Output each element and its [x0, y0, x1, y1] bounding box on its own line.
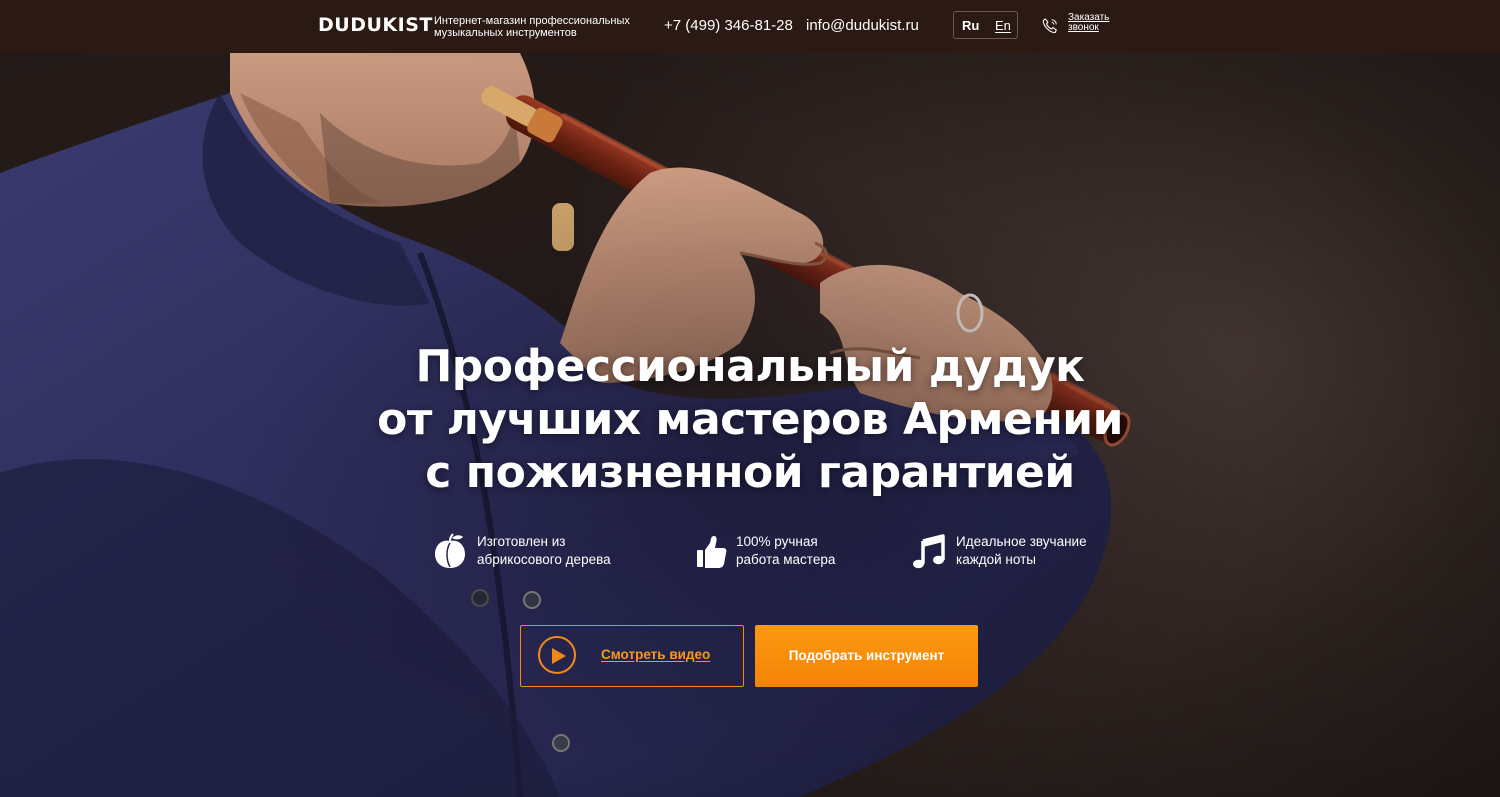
tagline-line-1: Интернет-магазин профессиональных: [434, 15, 630, 27]
callback-link[interactable]: Заказать звонок: [1068, 13, 1128, 33]
play-icon[interactable]: [538, 636, 576, 674]
lang-en-button[interactable]: En: [995, 18, 1011, 33]
headline-line-3: с пожизненной гарантией: [425, 447, 1075, 498]
headline-line-1: Профессиональный дудук: [415, 341, 1085, 392]
headline-line-2: от лучших мастеров Армении: [377, 394, 1123, 445]
phone-number[interactable]: +7 (499) 346-81-28: [664, 17, 793, 34]
tagline-line-2: музыкальных инструментов: [434, 27, 577, 39]
feature-1-line-1: Изготовлен из: [477, 534, 566, 549]
feature-2-line-2: работа мастера: [736, 552, 836, 567]
feature-3-line-2: каждой ноты: [956, 552, 1036, 567]
tagline: Интернет-магазин профессиональных музыка…: [434, 15, 634, 39]
thumbs-up-icon: [697, 536, 727, 568]
music-note-icon: [913, 534, 945, 569]
callback-line-2: звонок: [1068, 22, 1099, 33]
top-bar: DUDUKIST Интернет-магазин профессиональн…: [0, 0, 1500, 53]
language-switcher: Ru En: [953, 11, 1018, 39]
watch-video-label[interactable]: Смотреть видео: [601, 647, 710, 662]
feature-1-line-2: абрикосового дерева: [477, 552, 611, 567]
logo[interactable]: DUDUKIST: [318, 14, 433, 36]
email-link[interactable]: info@dudukist.ru: [806, 17, 919, 34]
feature-2-line-1: 100% ручная: [736, 534, 818, 549]
hero-headline: Профессиональный дудук от лучших мастеро…: [350, 340, 1150, 499]
landing-page: DUDUKIST Интернет-магазин профессиональн…: [0, 0, 1500, 797]
feature-3-line-1: Идеальное звучание: [956, 534, 1087, 549]
phone-icon[interactable]: [1040, 16, 1060, 36]
watch-video-button[interactable]: Смотреть видео: [520, 625, 744, 687]
apricot-icon: [435, 533, 465, 568]
pick-instrument-button[interactable]: Подобрать инструмент: [755, 625, 978, 687]
lang-ru-button[interactable]: Ru: [962, 18, 979, 33]
